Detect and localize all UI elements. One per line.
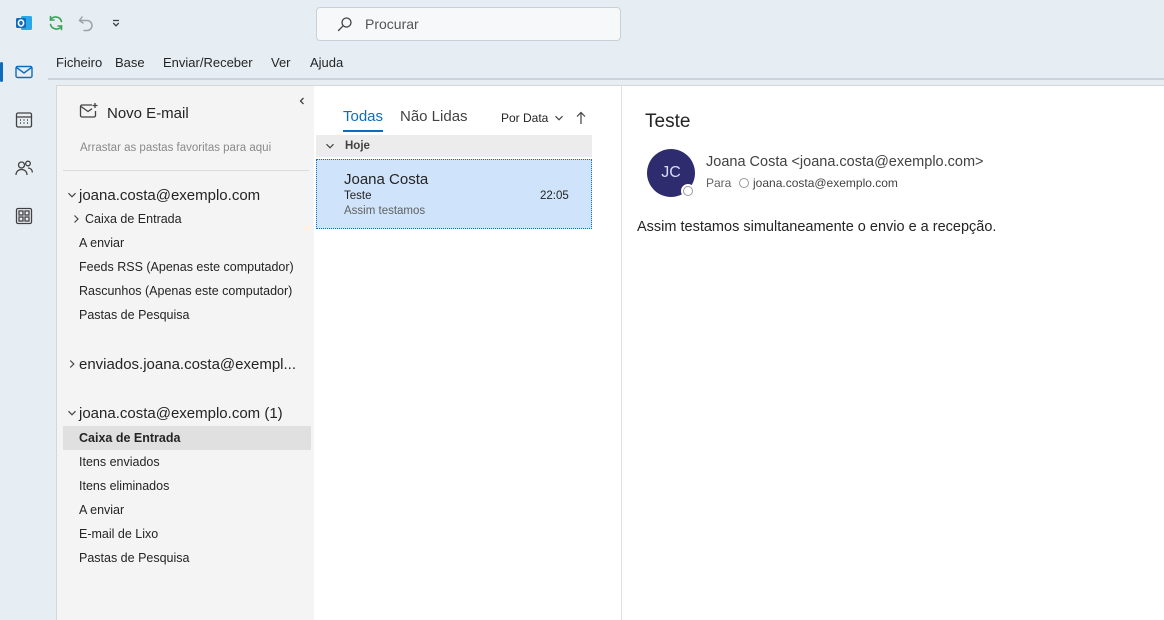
chevron-down-icon [324,140,336,152]
folder-label: Caixa de Entrada [79,431,181,445]
search-box[interactable] [316,7,621,41]
filter-all-tab[interactable]: Todas [343,108,383,125]
message-preview: Assim testamos [344,205,426,217]
email-subject: Teste [645,111,691,132]
menu-enviar-receber[interactable]: Enviar/Receber [163,55,253,70]
presence-status-icon [739,178,749,188]
folder-pane: Novo E-mail Arrastar as pastas favoritas… [56,85,314,620]
title-bar [0,0,1164,48]
account-name: joana.costa@exemplo.com [79,186,261,204]
folder-item[interactable]: E-mail de Lixo [63,522,311,546]
divider [63,170,309,171]
collapse-pane-icon[interactable] [295,94,309,108]
group-label: Hoje [345,140,370,152]
folder-label: Itens enviados [79,455,160,469]
menu-ficheiro[interactable]: Ficheiro [56,55,102,70]
sync-icon[interactable] [44,11,68,35]
account-name: enviados.joana.costa@exempl... [79,355,297,373]
menu-ver[interactable]: Ver [271,55,291,70]
folder-label: A enviar [79,503,125,517]
folder-item[interactable]: Pastas de Pesquisa [63,303,311,327]
folder-label: Feeds RSS (Apenas este computador) [79,260,294,274]
chevron-right-icon [71,213,81,225]
folder-item[interactable]: A enviar [63,231,311,255]
ribbon-divider [48,78,1164,80]
sort-arrow-up-icon[interactable] [574,110,588,126]
menu-base[interactable]: Base [115,55,145,70]
mail-icon[interactable] [0,54,42,90]
message-item[interactable]: Joana Costa Teste 22:05 Assim testamos [316,159,592,229]
account-header[interactable]: joana.costa@exemplo.com [65,184,260,206]
active-tab-indicator [343,130,383,132]
account-name: joana.costa@exemplo.com (1) [79,404,283,422]
message-list: Todas Não Lidas Por Data Hoje Joana Cost… [314,85,621,620]
email-body: Assim testamos simultaneamente o envio e… [637,219,997,235]
folder-item[interactable]: Itens enviados [63,450,311,474]
folder-label: Pastas de Pesquisa [79,308,190,322]
avatar-initials: JC [661,164,681,181]
folder-label: E-mail de Lixo [79,527,159,541]
chevron-down-icon [65,188,79,202]
presence-status-icon [681,184,695,198]
email-to-address[interactable]: joana.costa@exemplo.com [753,176,898,190]
chevron-down-icon[interactable] [104,11,128,35]
message-sender: Joana Costa [344,171,429,188]
folder-item[interactable]: Feeds RSS (Apenas este computador) [63,255,311,279]
folder-item[interactable]: Itens eliminados [63,474,311,498]
undo-icon[interactable] [74,11,98,35]
new-mail-icon [79,102,99,125]
reading-pane: Teste JC Joana Costa <joana.costa@exempl… [621,85,1164,620]
filter-unread-tab[interactable]: Não Lidas [400,108,468,125]
sort-label: Por Data [501,111,549,125]
folder-item[interactable]: Caixa de Entrada [63,207,311,231]
account-header[interactable]: enviados.joana.costa@exempl... [65,353,296,375]
new-email-button[interactable]: Novo E-mail [79,102,189,124]
folder-item[interactable]: Rascunhos (Apenas este computador) [63,279,311,303]
email-from[interactable]: Joana Costa <joana.costa@exemplo.com> [706,154,984,170]
search-icon [335,14,355,34]
new-email-label: Novo E-mail [107,104,189,122]
chevron-down-icon [65,406,79,420]
folder-label: Pastas de Pesquisa [79,551,190,565]
folder-label: Rascunhos (Apenas este computador) [79,284,293,298]
account-header[interactable]: joana.costa@exemplo.com (1) [65,402,283,424]
chevron-down-icon [554,112,566,124]
calendar-icon[interactable] [6,102,42,138]
sort-by-button[interactable]: Por Data [501,111,566,125]
people-icon[interactable] [6,150,42,186]
apps-icon[interactable] [6,198,42,234]
group-header[interactable]: Hoje [316,135,592,157]
ribbon-menu: Ficheiro Base Enviar/Receber Ver Ajuda [48,48,1164,78]
folder-item[interactable]: Pastas de Pesquisa [63,546,311,570]
message-time: 22:05 [540,190,569,202]
folder-label: Caixa de Entrada [85,212,182,226]
folder-item[interactable]: Caixa de Entrada [63,426,311,450]
menu-ajuda[interactable]: Ajuda [310,55,343,70]
folder-label: Itens eliminados [79,479,170,493]
folder-item[interactable]: A enviar [63,498,311,522]
favorites-hint: Arrastar as pastas favoritas para aqui [80,142,272,154]
to-label: Para [706,176,732,190]
search-input[interactable] [365,16,605,32]
folder-label: A enviar [79,236,125,250]
message-subject: Teste [344,190,372,202]
outlook-logo-icon [12,11,36,35]
chevron-right-icon [65,357,79,371]
nav-rail [0,48,48,620]
